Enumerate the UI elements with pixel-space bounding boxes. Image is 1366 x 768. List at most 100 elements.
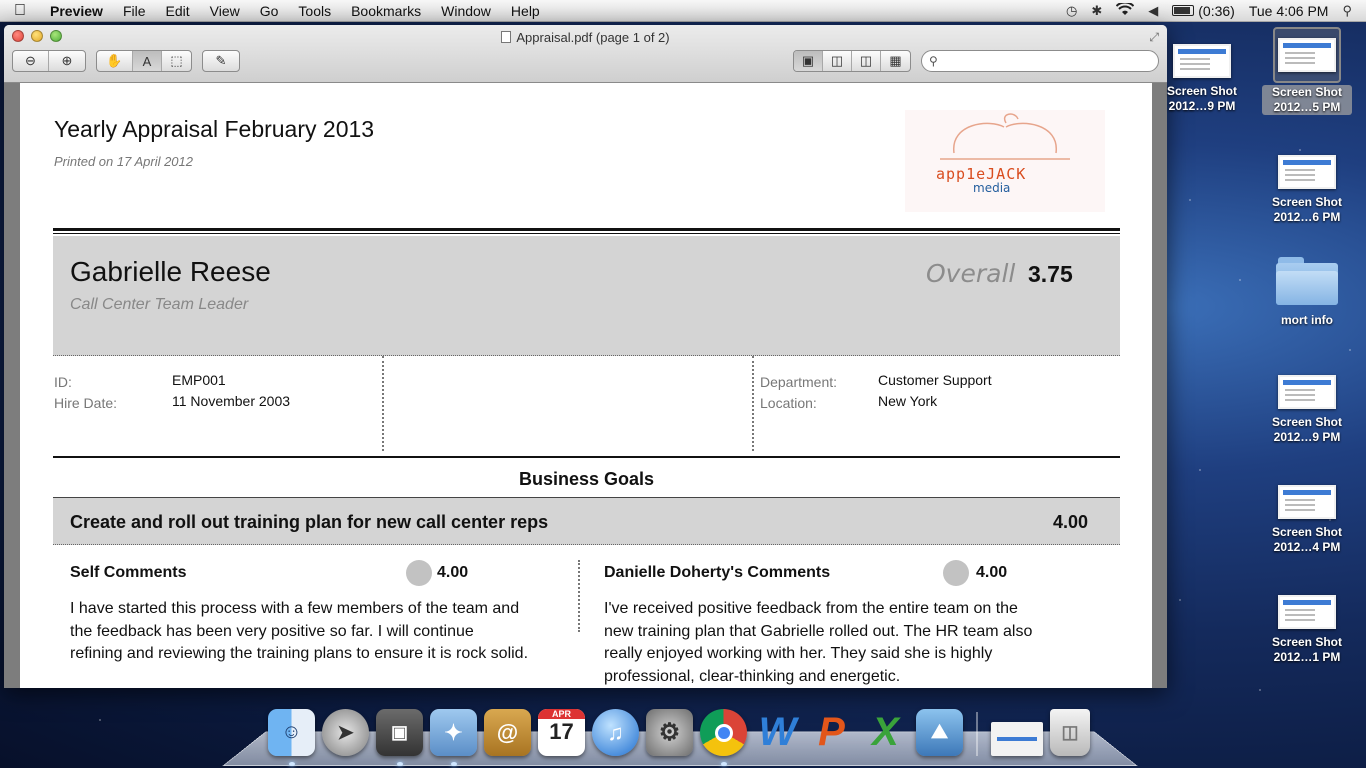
header-divider	[53, 228, 1120, 234]
employee-band: Gabrielle Reese Call Center Team Leader …	[53, 236, 1120, 356]
screenshot-thumbnail-icon	[1278, 38, 1336, 72]
annotate-controls: ✎	[202, 50, 240, 72]
window-titlebar[interactable]: Appraisal.pdf (page 1 of 2) ⤢ ⊖ ⊕ ✋ A ⬚ …	[4, 25, 1167, 83]
document-viewport[interactable]: Yearly Appraisal February 2013 Printed o…	[4, 83, 1167, 688]
tool-mode-controls: ✋ A ⬚	[96, 50, 192, 72]
system-preferences-icon[interactable]: ⚙	[646, 709, 693, 756]
goal-title: Create and roll out training plan for ne…	[70, 512, 549, 532]
chrome-icon[interactable]	[700, 709, 747, 766]
trash-icon[interactable]: ◫	[1050, 709, 1090, 756]
company-logo: app1eJACK media	[905, 110, 1105, 212]
view-table-of-contents-icon[interactable]: ◫	[852, 51, 881, 71]
battery-time: (0:36)	[1198, 2, 1235, 19]
desktop-icon-folder[interactable]: mort info	[1262, 257, 1352, 328]
wifi-icon[interactable]	[1116, 1, 1135, 19]
desktop-icon-screenshot[interactable]: Screen Shot 2012…9 PM	[1262, 375, 1352, 445]
document-title: Yearly Appraisal February 2013	[54, 116, 375, 142]
volume-icon[interactable]: ◀	[1148, 3, 1158, 19]
manager-comments-heading: Danielle Doherty's Comments	[604, 564, 831, 581]
menu-go[interactable]: Go	[250, 3, 289, 19]
powerpoint-icon[interactable]: P	[808, 709, 855, 756]
clock[interactable]: Tue 4:06 PM	[1249, 3, 1329, 19]
ical-icon[interactable]: APR 17	[538, 709, 585, 756]
employee-name: Gabrielle Reese	[70, 256, 271, 287]
logo-text-sub: media	[973, 181, 1011, 195]
zoom-in-button[interactable]: ⊕	[49, 51, 85, 71]
move-tool-hand-icon[interactable]: ✋	[97, 51, 133, 71]
menu-window[interactable]: Window	[431, 3, 501, 19]
apple-menu-icon[interactable]: 	[0, 2, 40, 20]
address-book-icon[interactable]: @	[484, 709, 531, 756]
select-tool-icon[interactable]: ⬚	[162, 51, 191, 71]
hire-date-value: 11 November 2003	[172, 393, 291, 409]
manager-comments-score: 4.00	[976, 564, 1008, 581]
battery-indicator[interactable]: (0:36)	[1172, 3, 1235, 19]
desktop-icon-screenshot[interactable]: Screen Shot 2012…1 PM	[1262, 595, 1352, 665]
search-field[interactable]: ⚲	[921, 50, 1159, 72]
bluetooth-icon[interactable]: ✱	[1091, 3, 1102, 19]
iphoto-icon[interactable]: ⛰	[916, 709, 963, 756]
search-input[interactable]	[942, 53, 1158, 69]
fullscreen-icon[interactable]: ⤢	[1149, 30, 1159, 45]
view-content-only-icon[interactable]: ▣	[794, 51, 823, 71]
department-label: Department:	[760, 374, 838, 390]
preview-icon[interactable]: ✦	[430, 709, 477, 766]
menu-view[interactable]: View	[200, 3, 250, 19]
spotlight-icon[interactable]: ⚲	[1342, 3, 1352, 19]
itunes-icon[interactable]: ♫	[592, 709, 639, 756]
view-thumbnails-icon[interactable]: ◫	[823, 51, 852, 71]
zoom-out-button[interactable]: ⊖	[13, 51, 49, 71]
comments-divider	[578, 560, 580, 632]
dock-separator	[976, 712, 978, 756]
documents-stack-icon[interactable]	[991, 722, 1043, 756]
self-comments-heading: Self Comments	[70, 564, 187, 581]
menu-tools[interactable]: Tools	[288, 3, 341, 19]
overall-score: 3.75	[1028, 261, 1073, 287]
menu-edit[interactable]: Edit	[156, 3, 200, 19]
desktop-icon-screenshot-selected[interactable]: Screen Shot 2012…5 PM	[1262, 27, 1352, 115]
dock: ☺ ➤ ▣ ✦ @ APR 17 ♫ ⚙ W P X ⛰ ◫	[268, 700, 1090, 766]
employee-info: ID: EMP001 Hire Date: 11 November 2003 D…	[53, 356, 1120, 456]
section-divider	[53, 456, 1120, 458]
info-divider	[382, 356, 384, 451]
folder-icon	[1276, 257, 1338, 305]
text-tool-icon[interactable]: A	[133, 51, 162, 71]
employee-role: Call Center Team Leader	[70, 296, 249, 313]
desktop-icon-screenshot[interactable]: Screen Shot 2012…9 PM	[1157, 44, 1247, 114]
pdf-document-icon	[501, 31, 512, 43]
time-machine-icon[interactable]: ◷	[1066, 3, 1077, 19]
pdf-page: Yearly Appraisal February 2013 Printed o…	[20, 83, 1152, 688]
apple-outline-icon	[940, 113, 1070, 160]
view-contact-sheet-icon[interactable]: ▦	[881, 51, 910, 71]
menu-help[interactable]: Help	[501, 3, 550, 19]
department-value: Customer Support	[878, 372, 992, 388]
screenshot-thumbnail-icon	[1278, 375, 1336, 409]
menubar:  Preview File Edit View Go Tools Bookma…	[0, 0, 1366, 22]
screenshot-thumbnail-icon	[1278, 485, 1336, 519]
finder-icon[interactable]: ☺	[268, 709, 315, 766]
goal-band: Create and roll out training plan for ne…	[53, 497, 1120, 545]
manager-rating-circle	[943, 560, 969, 586]
self-comments-text: I have started this process with a few m…	[70, 600, 529, 662]
info-divider	[752, 356, 754, 451]
window-title: Appraisal.pdf (page 1 of 2)	[4, 30, 1167, 45]
hire-date-label: Hire Date:	[54, 395, 118, 411]
id-label: ID:	[54, 374, 72, 390]
desktop-icon-screenshot[interactable]: Screen Shot 2012…6 PM	[1262, 155, 1352, 225]
section-title: Business Goals	[518, 469, 655, 489]
excel-icon[interactable]: X	[862, 709, 909, 756]
view-mode-controls: ▣ ◫ ◫ ▦	[793, 50, 911, 72]
menu-bookmarks[interactable]: Bookmarks	[341, 3, 431, 19]
id-value: EMP001	[172, 372, 226, 388]
photo-booth-icon[interactable]: ▣	[376, 709, 423, 766]
toolbar: ⊖ ⊕ ✋ A ⬚ ✎ ▣ ◫ ◫ ▦ ⚲	[12, 50, 1159, 72]
manager-comments-text: I've received positive feedback from the…	[604, 600, 1033, 685]
launchpad-icon[interactable]: ➤	[322, 709, 369, 756]
annotate-pencil-icon[interactable]: ✎	[203, 51, 239, 71]
goal-score: 4.00	[1052, 512, 1088, 532]
printed-date: Printed on 17 April 2012	[54, 154, 194, 169]
menu-file[interactable]: File	[113, 3, 156, 19]
menu-app-preview[interactable]: Preview	[40, 3, 113, 19]
desktop-icon-screenshot[interactable]: Screen Shot 2012…4 PM	[1262, 485, 1352, 555]
word-icon[interactable]: W	[754, 709, 801, 756]
